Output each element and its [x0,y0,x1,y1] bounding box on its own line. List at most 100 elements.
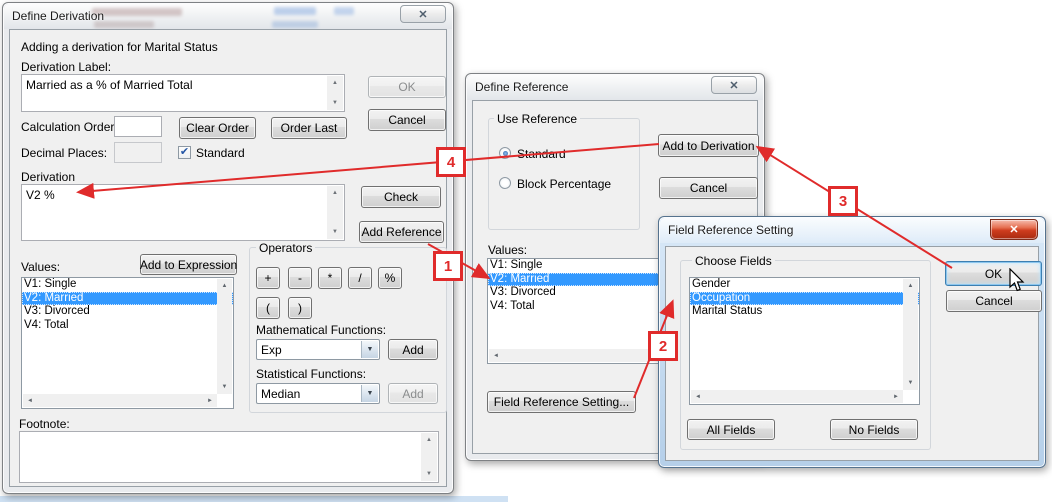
scroll-left-icon[interactable]: ◄ [491,349,501,362]
stat-add-button: Add [388,383,438,404]
calculation-order-label: Calculation Order: [21,120,118,134]
operator-close-paren-button[interactable]: ) [288,297,312,319]
values-label: Values: [21,260,60,274]
define-derivation-titlebar[interactable]: Define Derivation [4,4,452,29]
scroll-down-icon[interactable]: ▼ [327,96,343,110]
list-item-selected[interactable]: V2: Married [22,292,233,306]
derivation-expression-input[interactable]: V2 % ▲ ▼ [21,184,345,241]
scroll-down-icon[interactable]: ▼ [217,382,232,392]
scroll-up-icon[interactable]: ▲ [903,281,918,291]
derivation-expression-value: V2 % [26,188,324,202]
standard-radio[interactable] [499,147,511,159]
check-button[interactable]: Check [361,186,441,208]
close-icon[interactable]: ✕ [990,219,1038,240]
list-item[interactable]: V1: Single [22,278,233,292]
background-smudge [272,21,318,28]
calculation-order-input[interactable] [114,116,162,137]
stat-functions-label: Statistical Functions: [256,367,366,381]
step-badge-3: 3 [828,186,858,216]
stat-functions-dropdown[interactable]: Median ▼ [256,383,380,404]
list-item-selected[interactable]: Occupation [690,292,919,306]
step-badge-2: 2 [648,331,678,361]
operator-divide-button[interactable]: / [348,267,372,289]
cancel-button[interactable]: Cancel [368,109,446,131]
close-icon[interactable]: ✕ [711,76,757,94]
scroll-right-icon[interactable]: ► [205,394,215,407]
list-item[interactable]: V3: Divorced [22,305,233,319]
clear-order-button[interactable]: Clear Order [179,117,256,139]
scroll-up-icon[interactable]: ▲ [421,433,437,447]
operator-plus-button[interactable]: + [256,267,280,289]
field-reference-setting-titlebar[interactable]: Field Reference Setting [660,218,1044,243]
math-functions-value: Exp [261,343,282,357]
block-percentage-radio-label[interactable]: Block Percentage [517,177,611,191]
derivation-label-value: Married as a % of Married Total [26,78,324,92]
scroll-up-icon[interactable]: ▲ [327,186,343,200]
math-functions-dropdown[interactable]: Exp ▼ [256,339,380,360]
math-functions-label: Mathematical Functions: [256,323,386,337]
field-reference-setting-button[interactable]: Field Reference Setting... [487,391,636,413]
no-fields-button[interactable]: No Fields [830,419,918,440]
field-reference-setting-dialog: Field Reference Setting ✕ Choose Fields … [658,216,1046,468]
close-icon[interactable]: ✕ [400,5,446,23]
math-add-button[interactable]: Add [388,339,438,360]
ok-button[interactable]: OK [368,76,446,98]
derivation-intro-text: Adding a derivation for Marital Status [21,40,218,54]
values-listbox[interactable]: V1: Single V2: Married V3: Divorced V4: … [21,277,234,409]
standard-checkbox[interactable]: ✔ [178,146,191,159]
cancel-button[interactable]: Cancel [946,290,1042,312]
scroll-right-icon[interactable]: ► [891,390,901,403]
stat-functions-value: Median [261,387,300,401]
scroll-down-icon[interactable]: ▼ [421,467,437,481]
derivation-label-scrollbar[interactable]: ▲ ▼ [327,76,343,110]
derivation-label-caption: Derivation Label: [21,60,111,74]
define-derivation-dialog: Define Derivation ✕ Adding a derivation … [2,2,454,494]
footnote-label: Footnote: [19,417,70,431]
operator-minus-button[interactable]: - [288,267,312,289]
use-reference-group-label: Use Reference [494,112,580,126]
scroll-up-icon[interactable]: ▲ [217,281,232,291]
vertical-scrollbar[interactable]: ▲ ▼ [903,279,918,390]
footnote-scrollbar[interactable]: ▲ ▼ [421,433,437,481]
scroll-up-icon[interactable]: ▲ [327,76,343,90]
mouse-cursor [1008,268,1025,292]
standard-checkbox-label: Standard [196,146,245,160]
add-reference-button[interactable]: Add Reference [359,221,444,243]
add-to-expression-button[interactable]: Add to Expression [140,254,237,275]
add-to-derivation-button[interactable]: Add to Derivation [658,134,759,157]
block-percentage-radio[interactable] [499,177,511,189]
scroll-down-icon[interactable]: ▼ [327,225,343,239]
background-smudge [274,7,316,15]
list-item[interactable]: V4: Total [22,319,233,333]
check-icon: ✔ [180,147,189,158]
footnote-input[interactable]: ▲ ▼ [19,431,439,483]
scroll-left-icon[interactable]: ◄ [693,390,703,403]
ok-button[interactable]: OK [945,261,1042,286]
operator-multiply-button[interactable]: * [318,267,342,289]
order-last-button[interactable]: Order Last [271,117,347,139]
step-badge-1: 1 [433,251,463,281]
horizontal-scrollbar[interactable]: ◄ ► [23,394,217,407]
chevron-down-icon[interactable]: ▼ [361,385,378,402]
fields-listbox[interactable]: Gender Occupation Marital Status ▲ ▼ ◄ ► [689,277,920,405]
list-item[interactable]: Marital Status [690,305,919,319]
list-item[interactable]: Gender [690,278,919,292]
all-fields-button[interactable]: All Fields [687,419,775,440]
cancel-button[interactable]: Cancel [659,177,758,199]
decimal-places-input [114,142,162,163]
operator-percent-button[interactable]: % [378,267,402,289]
scroll-down-icon[interactable]: ▼ [903,378,918,388]
define-reference-title: Define Reference [475,80,568,94]
values-label: Values: [488,243,527,257]
scroll-left-icon[interactable]: ◄ [25,394,35,407]
operator-open-paren-button[interactable]: ( [256,297,280,319]
derivation-label-input[interactable]: Married as a % of Married Total ▲ ▼ [21,74,345,112]
standard-radio-label[interactable]: Standard [517,147,566,161]
choose-fields-group-label: Choose Fields [692,254,775,268]
vertical-scrollbar[interactable]: ▲ ▼ [217,279,232,394]
define-derivation-title: Define Derivation [12,9,104,23]
chevron-down-icon[interactable]: ▼ [361,341,378,358]
step-badge-4: 4 [436,147,466,177]
derivation-expression-scrollbar[interactable]: ▲ ▼ [327,186,343,239]
horizontal-scrollbar[interactable]: ◄ ► [691,390,903,403]
